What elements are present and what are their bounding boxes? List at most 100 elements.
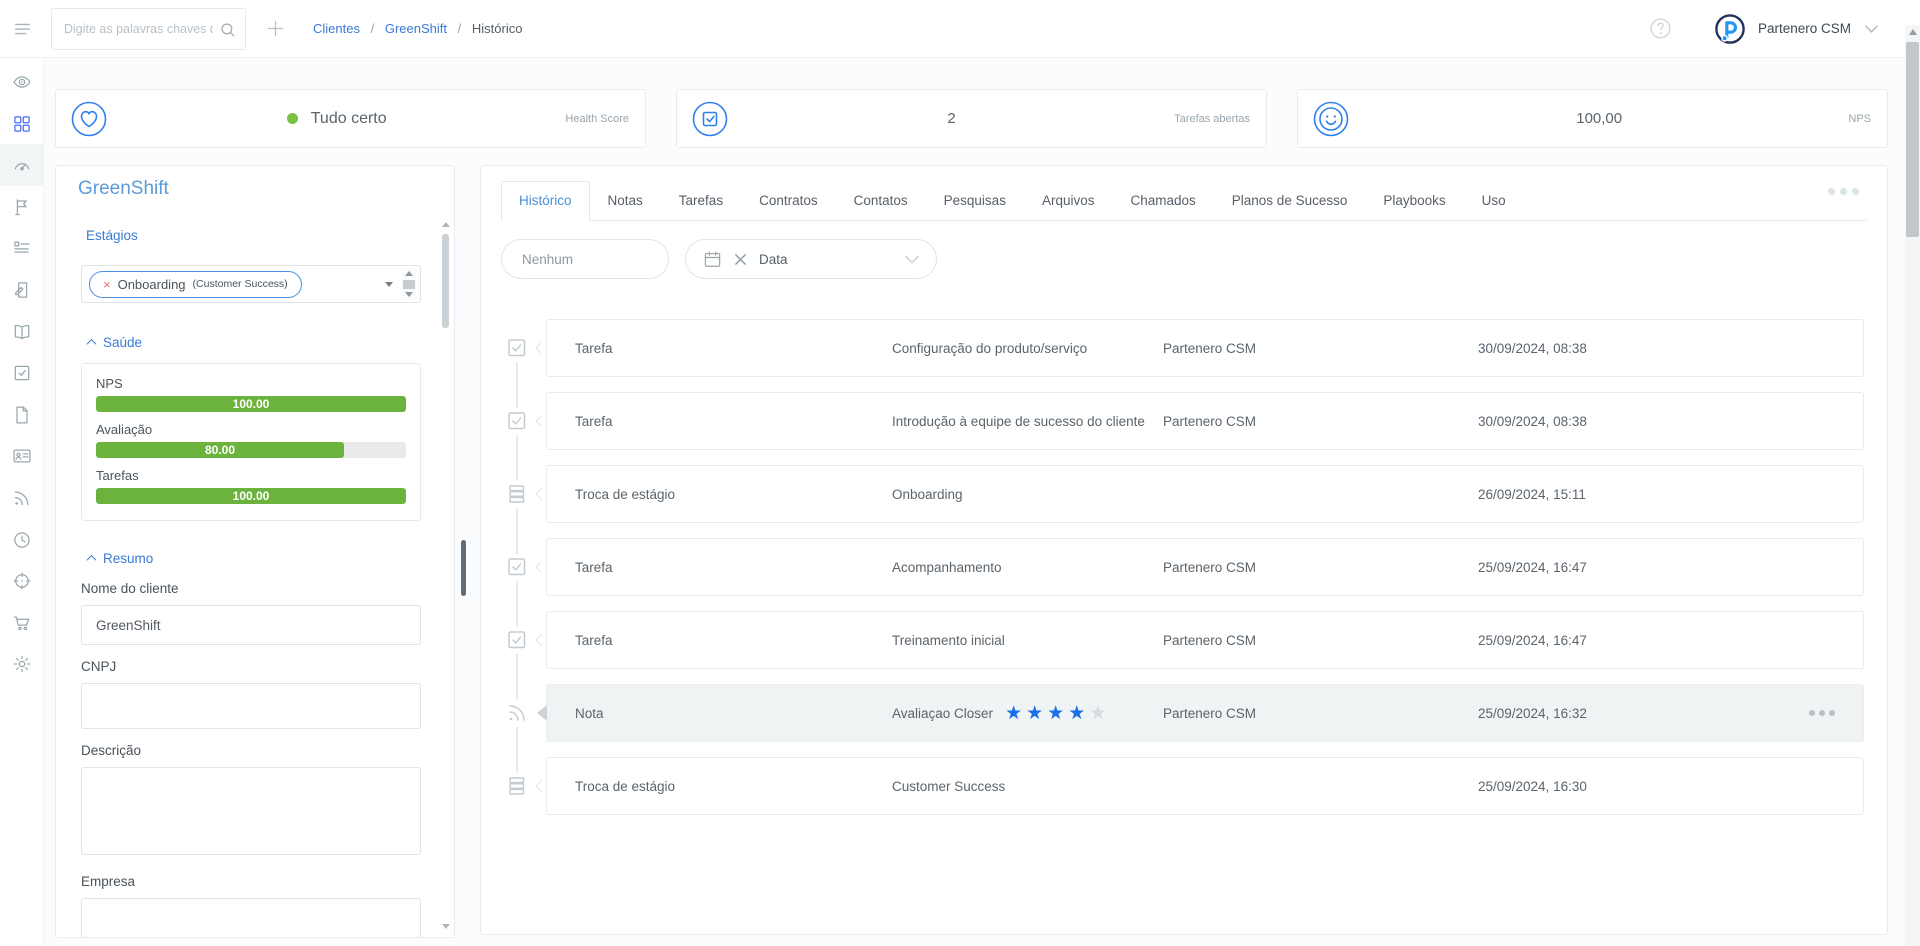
sidebar-item-file[interactable]: [0, 394, 44, 436]
summary-section-toggle[interactable]: Resumo: [86, 551, 153, 566]
sidebar-item-task-list[interactable]: [0, 227, 44, 269]
tab-uso[interactable]: Uso: [1464, 182, 1524, 220]
row-menu-icon[interactable]: [1798, 710, 1835, 716]
history-user: Partenero CSM: [1163, 632, 1257, 648]
main-panel: Histórico Notas Tarefas Contratos Contatos Pe…: [480, 165, 1888, 935]
timeline-gutter: [501, 392, 547, 481]
open-tasks-card[interactable]: 2 Tarefas abertas: [676, 89, 1267, 148]
history-row: Tarefa Acompanhamento Partenero CSM 25/09/2…: [501, 538, 1864, 627]
sidebar-item-id-card[interactable]: [0, 435, 44, 477]
sidebar-item-cart[interactable]: [0, 602, 44, 644]
tab-contatos[interactable]: Contatos: [836, 182, 926, 220]
history-card[interactable]: Troca de estágio Customer Success 25/09/20…: [546, 757, 1864, 815]
tab-histórico[interactable]: Histórico: [501, 181, 590, 221]
field-input[interactable]: [81, 605, 421, 645]
tab-arquivos[interactable]: Arquivos: [1024, 182, 1113, 220]
scroll-up-icon[interactable]: [1909, 29, 1917, 35]
field-input[interactable]: [81, 898, 421, 937]
sidebar-item-target[interactable]: [0, 560, 44, 602]
clear-date-icon[interactable]: [734, 253, 747, 266]
metric-bar: 100.00: [96, 396, 406, 412]
account-chevron-down-icon[interactable]: [1865, 24, 1878, 33]
sidebar-item-book[interactable]: [0, 311, 44, 353]
tab-contratos[interactable]: Contratos: [741, 182, 836, 220]
stages-label[interactable]: Estágios: [86, 228, 430, 243]
history-user: Partenero CSM: [1163, 340, 1257, 356]
health-score-card[interactable]: Tudo certo Health Score: [55, 89, 646, 148]
tab-notas[interactable]: Notas: [590, 182, 661, 220]
scroll-thumb[interactable]: [442, 234, 449, 328]
tab-playbooks[interactable]: Playbooks: [1365, 182, 1463, 220]
star-filled-icon: ★: [1047, 701, 1065, 724]
field-input[interactable]: [81, 683, 421, 729]
remove-tag-icon[interactable]: ×: [103, 278, 111, 291]
scroll-up-icon[interactable]: [405, 271, 413, 276]
scroll-up-icon[interactable]: [442, 222, 450, 227]
tab-planos-de-sucesso[interactable]: Planos de Sucesso: [1214, 182, 1366, 220]
panel-menu-icon[interactable]: [1828, 188, 1859, 195]
metric-bar: 100.00: [96, 488, 406, 504]
search-input[interactable]: [52, 8, 245, 49]
sidebar-item-checkbox[interactable]: [0, 352, 44, 394]
select-dropdown-icon[interactable]: [385, 282, 393, 287]
panel-resize-handle[interactable]: [461, 540, 466, 596]
row-pointer-icon: [535, 415, 547, 427]
scroll-down-icon[interactable]: [442, 924, 450, 929]
scroll-thumb[interactable]: [1906, 42, 1919, 237]
nps-card[interactable]: 100,00 NPS: [1297, 89, 1888, 148]
page-scrollbar[interactable]: [1905, 25, 1920, 946]
scroll-down-icon[interactable]: [405, 292, 413, 297]
sidebar-item-gauge[interactable]: [0, 144, 44, 186]
target-icon: [12, 571, 32, 591]
sidebar-item-note-edit[interactable]: [0, 269, 44, 311]
sidebar-item-clock[interactable]: [0, 519, 44, 561]
history-card[interactable]: Troca de estágio Onboarding 26/09/2024, 15…: [546, 465, 1864, 523]
breadcrumb-clientes[interactable]: Clientes: [313, 21, 360, 36]
type-filter[interactable]: Nenhum: [501, 239, 669, 279]
field-input[interactable]: [81, 767, 421, 855]
tab-bar: Histórico Notas Tarefas Contratos Contatos Pe…: [501, 181, 1867, 221]
tab-tarefas[interactable]: Tarefas: [661, 182, 741, 220]
sidebar-item-rss[interactable]: [0, 477, 44, 519]
help-icon[interactable]: [1648, 16, 1673, 41]
account-name[interactable]: Partenero CSM: [1758, 21, 1851, 36]
sidebar-item-grid[interactable]: [0, 103, 44, 145]
book-icon: [12, 322, 32, 342]
history-type: Troca de estágio: [575, 778, 676, 794]
cart-icon: [12, 613, 32, 633]
tab-chamados[interactable]: Chamados: [1112, 182, 1213, 220]
metric-label: Tarefas: [96, 468, 139, 483]
history-card[interactable]: Tarefa Acompanhamento Partenero CSM 25/09/2…: [546, 538, 1864, 596]
add-icon[interactable]: [264, 17, 287, 40]
field-label: CNPJ: [81, 659, 117, 674]
stage-tag-qualifier: (Customer Success): [192, 278, 288, 290]
breadcrumb-separator: /: [457, 21, 462, 36]
history-date: 25/09/2024, 16:47: [1478, 632, 1587, 648]
sidebar-item-flag[interactable]: [0, 186, 44, 228]
health-metric: NPS 100.00: [96, 376, 406, 412]
task-timeline-icon: [506, 410, 528, 432]
scroll-thumb[interactable]: [403, 280, 415, 289]
date-filter[interactable]: Data: [685, 239, 937, 279]
history-type: Tarefa: [575, 632, 613, 648]
stage-select[interactable]: × Onboarding (Customer Success): [81, 265, 421, 303]
history-title: Configuração do produto/serviço: [892, 340, 1088, 356]
heart-icon: [70, 100, 108, 138]
history-card[interactable]: Tarefa Introdução à equipe de sucesso do …: [546, 392, 1864, 450]
tab-pesquisas[interactable]: Pesquisas: [926, 182, 1024, 220]
select-scrollbar[interactable]: [402, 269, 416, 299]
health-section-toggle[interactable]: Saúde: [86, 335, 142, 350]
calendar-icon: [703, 250, 722, 269]
history-card[interactable]: Tarefa Configuração do produto/serviço Par…: [546, 319, 1864, 377]
sidebar-item-eye[interactable]: [0, 61, 44, 103]
stage-timeline-icon: [506, 775, 528, 797]
sidebar-item-gear[interactable]: [0, 643, 44, 685]
history-card[interactable]: Nota Avaliaçao Closer ★ ★ ★ ★ ★ Partenero CSM 25…: [546, 684, 1864, 742]
breadcrumb-current: Histórico: [471, 21, 523, 36]
panel-scrollbar[interactable]: [441, 222, 451, 929]
breadcrumb-greenshift[interactable]: GreenShift: [385, 21, 447, 36]
search-icon[interactable]: [219, 21, 237, 39]
menu-icon[interactable]: [12, 18, 34, 40]
history-type: Tarefa: [575, 413, 613, 429]
history-card[interactable]: Tarefa Treinamento inicial Partenero CSM 25…: [546, 611, 1864, 669]
